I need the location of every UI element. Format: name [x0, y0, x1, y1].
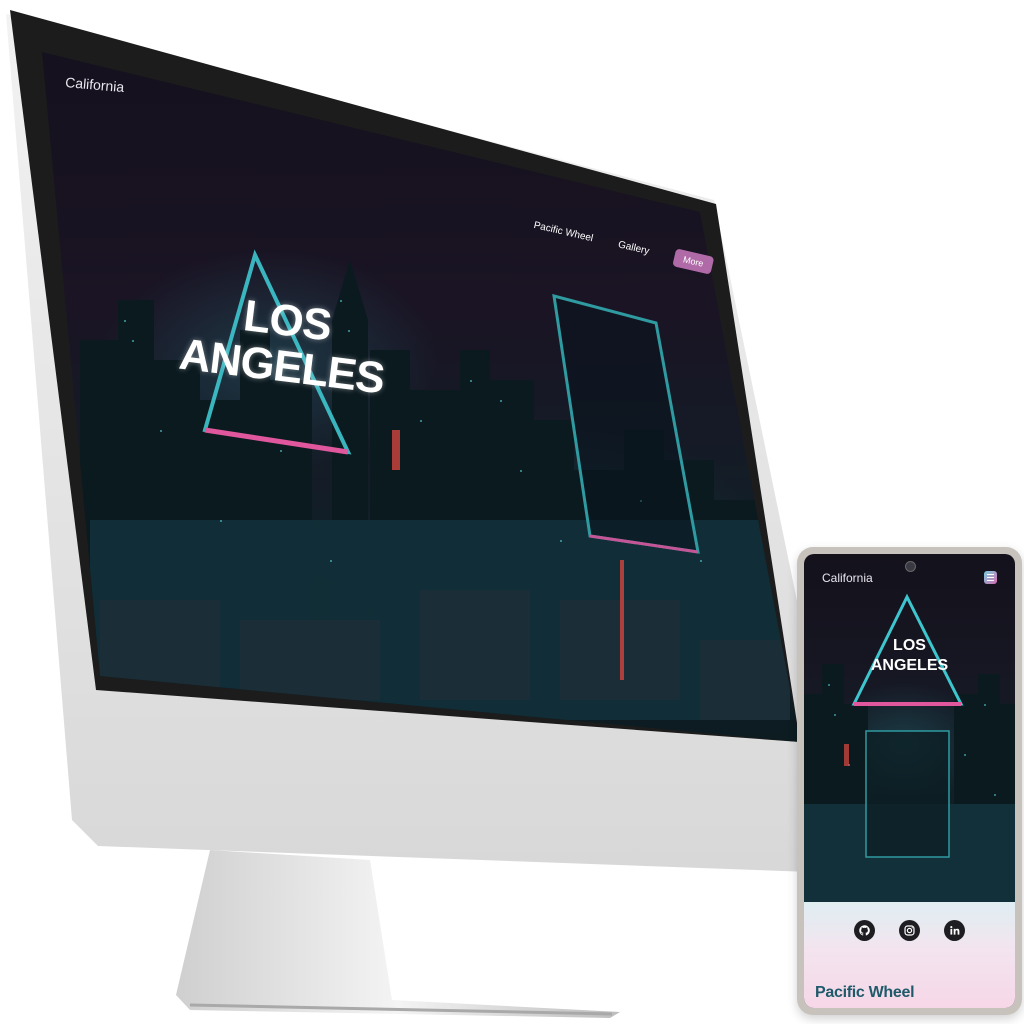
mobile-section-title: Pacific Wheel [815, 984, 915, 1001]
social-links [804, 920, 1015, 941]
mobile-footer: Pacific Wheel [804, 902, 1015, 1008]
linkedin-icon[interactable] [944, 920, 965, 941]
mobile-screen: California LOS ANGELES Pacific Wheel [804, 554, 1015, 1008]
hamburger-menu-icon[interactable] [984, 571, 997, 584]
front-camera [905, 561, 916, 572]
nav-link-gallery[interactable]: Gallery [617, 239, 650, 257]
mobile-brand-logo[interactable]: California [822, 571, 873, 585]
github-icon[interactable] [854, 920, 875, 941]
mobile-hero-title-line1: LOS [893, 637, 926, 654]
instagram-icon[interactable] [899, 920, 920, 941]
mobile-hero-title: LOS ANGELES [804, 636, 1015, 676]
phone-device: California LOS ANGELES Pacific Wheel [797, 547, 1022, 1015]
mobile-hero-title-line2: ANGELES [870, 657, 949, 674]
